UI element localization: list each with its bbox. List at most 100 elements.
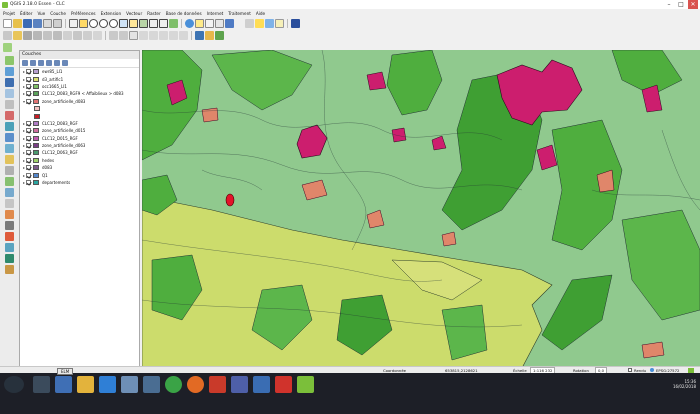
- visual-studio-icon[interactable]: [231, 376, 248, 393]
- add-wcs-icon[interactable]: [5, 133, 14, 142]
- toggle-editing-icon[interactable]: [13, 30, 22, 40]
- start-button-icon[interactable]: [4, 376, 24, 393]
- rotate-label-icon[interactable]: [169, 30, 178, 40]
- zoom-to-selection-icon[interactable]: [129, 18, 138, 28]
- chrome-icon[interactable]: [165, 376, 182, 393]
- map-canvas[interactable]: [142, 50, 700, 368]
- file-explorer-icon[interactable]: [77, 376, 94, 393]
- raster-calc-icon[interactable]: [5, 254, 14, 263]
- add-group-icon[interactable]: [30, 60, 36, 66]
- media-player-icon[interactable]: [121, 376, 138, 393]
- layer-row[interactable]: ▸ Q1: [20, 171, 139, 178]
- add-feature-icon[interactable]: [33, 30, 42, 40]
- menu-vue[interactable]: Vue: [37, 11, 45, 16]
- render-checkbox[interactable]: [628, 368, 632, 372]
- network-icon[interactable]: [253, 376, 270, 393]
- vector-tool-icon[interactable]: [215, 30, 224, 40]
- expand-all-icon[interactable]: [46, 60, 52, 66]
- change-label-icon[interactable]: [179, 30, 188, 40]
- app-icon[interactable]: [143, 376, 160, 393]
- layer-visibility-checkbox[interactable]: [26, 69, 31, 75]
- node-tool-icon[interactable]: [53, 30, 62, 40]
- measure-icon[interactable]: [245, 18, 254, 28]
- new-gpkg-icon[interactable]: [5, 199, 14, 208]
- redo-icon[interactable]: [119, 30, 128, 40]
- zoom-native-icon[interactable]: [109, 18, 118, 28]
- layer-row[interactable]: ▸ d3_artific1: [20, 75, 139, 82]
- open-project-icon[interactable]: [13, 18, 22, 28]
- refresh-icon[interactable]: [169, 18, 178, 28]
- menu-extension[interactable]: Extension: [101, 11, 122, 16]
- layer-row[interactable]: [20, 105, 139, 112]
- layer-visibility-checkbox[interactable]: [26, 120, 31, 126]
- style-icon[interactable]: [22, 60, 28, 66]
- clock-date[interactable]: 16/02/2018: [673, 384, 696, 389]
- bookmark-icon[interactable]: [265, 18, 274, 28]
- edits-icon[interactable]: [3, 30, 12, 40]
- zoom-in-icon[interactable]: [89, 18, 98, 28]
- map-render[interactable]: [142, 50, 700, 368]
- zoom-last-icon[interactable]: [149, 18, 158, 28]
- add-virtual-layer-icon[interactable]: [5, 166, 14, 175]
- filter-icon[interactable]: [38, 60, 44, 66]
- layer-row[interactable]: ▸ ewr85_LI1: [20, 68, 139, 75]
- text-annotation-icon[interactable]: [275, 18, 284, 28]
- pdf-icon[interactable]: [275, 376, 292, 393]
- new-shapefile-icon[interactable]: [5, 177, 14, 186]
- composer-manager-icon[interactable]: [53, 18, 62, 28]
- close-button[interactable]: ✕: [688, 0, 698, 9]
- layer-row[interactable]: ▸ CLC12_D083_RGF9 < Affaiblieux > d083: [20, 90, 139, 97]
- statistics-icon[interactable]: [225, 18, 234, 28]
- layer-row[interactable]: ▸ zone_artificielle_d015: [20, 127, 139, 134]
- pin-labels-icon[interactable]: [139, 30, 148, 40]
- menu-projet[interactable]: Projet: [3, 11, 15, 16]
- help-icon[interactable]: [291, 18, 300, 28]
- save-project-icon[interactable]: [23, 18, 32, 28]
- copy-features-icon[interactable]: [83, 30, 92, 40]
- add-wfs-icon[interactable]: [5, 144, 14, 153]
- layer-visibility-checkbox[interactable]: [26, 135, 31, 141]
- layer-row[interactable]: ▸ CLC12_D083_RGF: [20, 120, 139, 127]
- add-postgis-icon[interactable]: [5, 78, 14, 87]
- heatmap-icon[interactable]: [5, 232, 14, 241]
- minimize-button[interactable]: –: [664, 0, 674, 9]
- add-vector-layer-icon[interactable]: [5, 56, 14, 65]
- zoom-next-icon[interactable]: [159, 18, 168, 28]
- add-wms-icon[interactable]: [5, 122, 14, 131]
- layer-visibility-checkbox[interactable]: [26, 83, 31, 89]
- layer-visibility-checkbox[interactable]: [26, 165, 31, 171]
- add-raster-layer-icon[interactable]: [5, 67, 14, 76]
- qgis-taskbar-icon[interactable]: [297, 376, 314, 393]
- menu-vecteur[interactable]: Vecteur: [126, 11, 142, 16]
- sum-icon[interactable]: [235, 18, 244, 28]
- layer-visibility-checkbox[interactable]: [26, 98, 31, 104]
- attribute-table-icon[interactable]: [215, 18, 224, 28]
- add-spatialite-icon[interactable]: [5, 89, 14, 98]
- firefox-icon[interactable]: [187, 376, 204, 393]
- zoom-to-layer-icon[interactable]: [139, 18, 148, 28]
- layer-visibility-checkbox[interactable]: [26, 172, 31, 178]
- cut-features-icon[interactable]: [73, 30, 82, 40]
- layer-row[interactable]: ▾ zone_artificielle_d083: [20, 98, 139, 105]
- layer-visibility-checkbox[interactable]: [26, 128, 31, 134]
- save-as-icon[interactable]: [33, 18, 42, 28]
- add-oracle-icon[interactable]: [5, 111, 14, 120]
- crs-globe-icon[interactable]: [650, 368, 654, 372]
- label-tool-icon[interactable]: [129, 30, 138, 40]
- show-hide-labels-icon[interactable]: [149, 30, 158, 40]
- coordinate-capture-icon[interactable]: [5, 265, 14, 274]
- messages-icon[interactable]: [688, 367, 694, 373]
- add-mssql-icon[interactable]: [5, 100, 14, 109]
- layer-visibility-checkbox[interactable]: [26, 143, 31, 149]
- paste-features-icon[interactable]: [93, 30, 102, 40]
- adobe-icon[interactable]: [209, 376, 226, 393]
- layer-visibility-checkbox[interactable]: [26, 180, 31, 186]
- new-project-icon[interactable]: [3, 18, 12, 28]
- zoom-out-icon[interactable]: [99, 18, 108, 28]
- task-view-icon[interactable]: [55, 376, 72, 393]
- menu-preferences[interactable]: Préférences: [71, 11, 96, 16]
- undo-icon[interactable]: [109, 30, 118, 40]
- deselect-icon[interactable]: [205, 18, 214, 28]
- plugin-icon[interactable]: [205, 30, 214, 40]
- menu-raster[interactable]: Raster: [147, 11, 161, 16]
